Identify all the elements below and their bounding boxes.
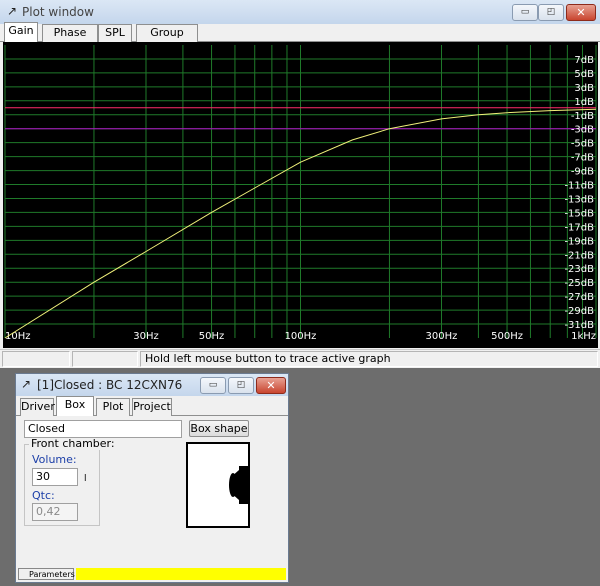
gain-chart[interactable]: 7dB 5dB 3dB 1dB -1dB -3dB -5dB -7dB -9dB -11dB -13… bbox=[3, 42, 598, 348]
y-tick-label: -11dB bbox=[564, 181, 594, 192]
status-bar: Hold left mouse button to trace active g… bbox=[0, 349, 600, 368]
minimize-button[interactable]: ▭ bbox=[512, 4, 538, 21]
tab-plot[interactable]: Plot bbox=[96, 398, 130, 416]
y-tick-label: 7dB bbox=[574, 55, 594, 66]
status-cell-2 bbox=[72, 351, 138, 367]
volume-unit: l bbox=[84, 474, 87, 484]
x-tick-label: 500Hz bbox=[491, 331, 523, 342]
y-tick-label: 5dB bbox=[574, 69, 594, 80]
qtc-field: 0,42 bbox=[32, 503, 78, 521]
x-tick-label: 1kHz bbox=[571, 331, 596, 342]
minimize-button[interactable]: ▭ bbox=[200, 377, 226, 394]
y-tick-label: -23dB bbox=[564, 264, 594, 275]
x-tick-label: 100Hz bbox=[285, 331, 317, 342]
y-tick-label: -5dB bbox=[571, 139, 594, 150]
maximize-button[interactable]: ◰ bbox=[228, 377, 254, 394]
y-tick-label: -31dB bbox=[564, 320, 594, 331]
volume-input[interactable]: 30 bbox=[32, 468, 78, 486]
box-shape-button[interactable]: Box shape bbox=[189, 420, 249, 437]
y-tick-label: -9dB bbox=[571, 167, 594, 178]
y-tick-label: 3dB bbox=[574, 83, 594, 94]
x-tick-label: 300Hz bbox=[426, 331, 458, 342]
y-tick-label: -21dB bbox=[564, 250, 594, 261]
tab-phase-plot[interactable]: Phase plot bbox=[42, 24, 98, 55]
tab-project[interactable]: Project bbox=[132, 398, 172, 416]
parameters-tab[interactable]: Parameters bbox=[18, 568, 75, 580]
tab-group-delay[interactable]: Group delay bbox=[136, 24, 198, 55]
plot-window-title: Plot window bbox=[22, 5, 94, 19]
y-tick-label: 1dB bbox=[574, 97, 594, 108]
x-tick-label: 30Hz bbox=[133, 331, 159, 342]
qtc-label: Qtc: bbox=[32, 489, 55, 502]
y-tick-label: -29dB bbox=[564, 306, 594, 317]
parameters-indicator-bar bbox=[76, 568, 286, 580]
y-tick-label: -13dB bbox=[564, 194, 594, 205]
y-tick-label: -27dB bbox=[564, 292, 594, 303]
box-window-title: [1]Closed : BC 12CXN76 bbox=[37, 378, 183, 392]
app-icon: ↗ bbox=[7, 4, 18, 18]
box-type-field[interactable]: Closed bbox=[24, 420, 182, 438]
tab-box[interactable]: Box bbox=[56, 396, 94, 416]
status-cell-1 bbox=[2, 351, 70, 367]
status-message: Hold left mouse button to trace active g… bbox=[140, 351, 598, 367]
tab-driver[interactable]: Driver bbox=[20, 398, 55, 416]
plot-window-title-bar[interactable]: ↗ Plot window ▭ ◰ ✕ bbox=[0, 0, 600, 24]
app-icon: ↗ bbox=[21, 377, 32, 391]
y-tick-label: -25dB bbox=[564, 278, 594, 289]
y-tick-label: -17dB bbox=[564, 222, 594, 233]
tab-spl[interactable]: SPL bbox=[98, 24, 132, 42]
y-tick-label: -19dB bbox=[564, 236, 594, 247]
front-chamber-label: Front chamber: bbox=[29, 437, 117, 450]
speaker-icon bbox=[229, 466, 248, 504]
y-tick-label: -3dB bbox=[571, 125, 594, 136]
parameters-label: Parameters bbox=[29, 570, 75, 579]
y-tick-label: -15dB bbox=[564, 208, 594, 219]
y-tick-label: -1dB bbox=[571, 111, 594, 122]
maximize-button[interactable]: ◰ bbox=[538, 4, 564, 21]
gain-plot-area[interactable]: 7dB 5dB 3dB 1dB -1dB -3dB -5dB -7dB -9dB -11dB -13… bbox=[3, 42, 598, 348]
parameters-strip: Parameters bbox=[16, 566, 288, 582]
x-tick-label: 10Hz bbox=[5, 331, 31, 342]
volume-label: Volume: bbox=[32, 453, 77, 466]
box-design-window: ↗ [1]Closed : BC 12CXN76 ▭ ◰ ✕ Driver Bo… bbox=[15, 373, 289, 583]
plot-window: ↗ Plot window ▭ ◰ ✕ Gain Phase plot SPL … bbox=[0, 0, 600, 368]
box-window-title-bar[interactable]: ↗ [1]Closed : BC 12CXN76 ▭ ◰ ✕ bbox=[16, 374, 288, 396]
tab-gain[interactable]: Gain bbox=[4, 22, 38, 42]
y-tick-label: -7dB bbox=[571, 153, 594, 164]
box-shape-preview bbox=[186, 442, 250, 528]
close-button[interactable]: ✕ bbox=[566, 4, 596, 21]
close-button[interactable]: ✕ bbox=[256, 377, 286, 394]
x-tick-label: 50Hz bbox=[199, 331, 225, 342]
